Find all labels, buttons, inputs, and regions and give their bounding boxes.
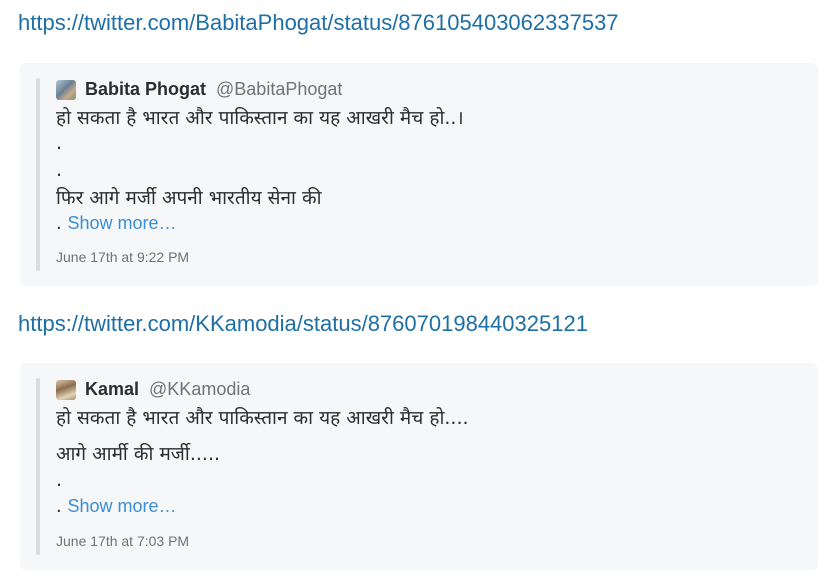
avatar-icon[interactable] — [56, 79, 76, 100]
show-more-link[interactable]: Show more… — [67, 496, 176, 516]
quote-rule — [36, 378, 40, 555]
tweet-text-line: . — [56, 159, 63, 181]
tweet-text-line: . — [56, 469, 63, 491]
tweet-text-dot: . — [56, 496, 62, 517]
author-name[interactable]: Babita Phogat — [85, 79, 206, 100]
tweet-attachment: Kamal @KKamodia हो सकता है भारत और पाकिस… — [20, 363, 818, 570]
show-more-link[interactable]: Show more… — [67, 213, 176, 233]
tweet-text-line: आगे आर्मी की मर्जी..... — [56, 443, 221, 465]
timestamp[interactable]: June 17th at 7:03 PM — [56, 533, 189, 549]
tweet-text-dot: . — [56, 213, 62, 234]
author-handle[interactable]: @BabitaPhogat — [216, 79, 342, 100]
timestamp[interactable]: June 17th at 9:22 PM — [56, 249, 189, 265]
show-more-row: . Show more… — [56, 496, 177, 517]
tweet-link[interactable]: https://twitter.com/KKamodia/status/8760… — [18, 311, 588, 337]
tweet-text-line: . — [56, 132, 63, 154]
tweet-attachment: Babita Phogat @BabitaPhogat हो सकता है भ… — [20, 63, 818, 286]
tweet-header: Babita Phogat @BabitaPhogat — [56, 79, 342, 100]
tweet-text-line: फिर आगे मर्जी अपनी भारतीय सेना की — [56, 187, 322, 209]
tweet-text-line: हो सकता है भारत और पाकिस्तान का यह आखरी … — [56, 107, 464, 129]
quote-rule — [36, 78, 40, 271]
author-name[interactable]: Kamal — [85, 379, 139, 400]
author-handle[interactable]: @KKamodia — [149, 379, 250, 400]
avatar-icon[interactable] — [56, 379, 76, 400]
tweet-link[interactable]: https://twitter.com/BabitaPhogat/status/… — [18, 10, 619, 36]
tweet-text-line: हो सकता है भारत और पाकिस्तान का यह आखरी … — [56, 407, 469, 429]
show-more-row: . Show more… — [56, 213, 177, 234]
tweet-header: Kamal @KKamodia — [56, 379, 250, 400]
